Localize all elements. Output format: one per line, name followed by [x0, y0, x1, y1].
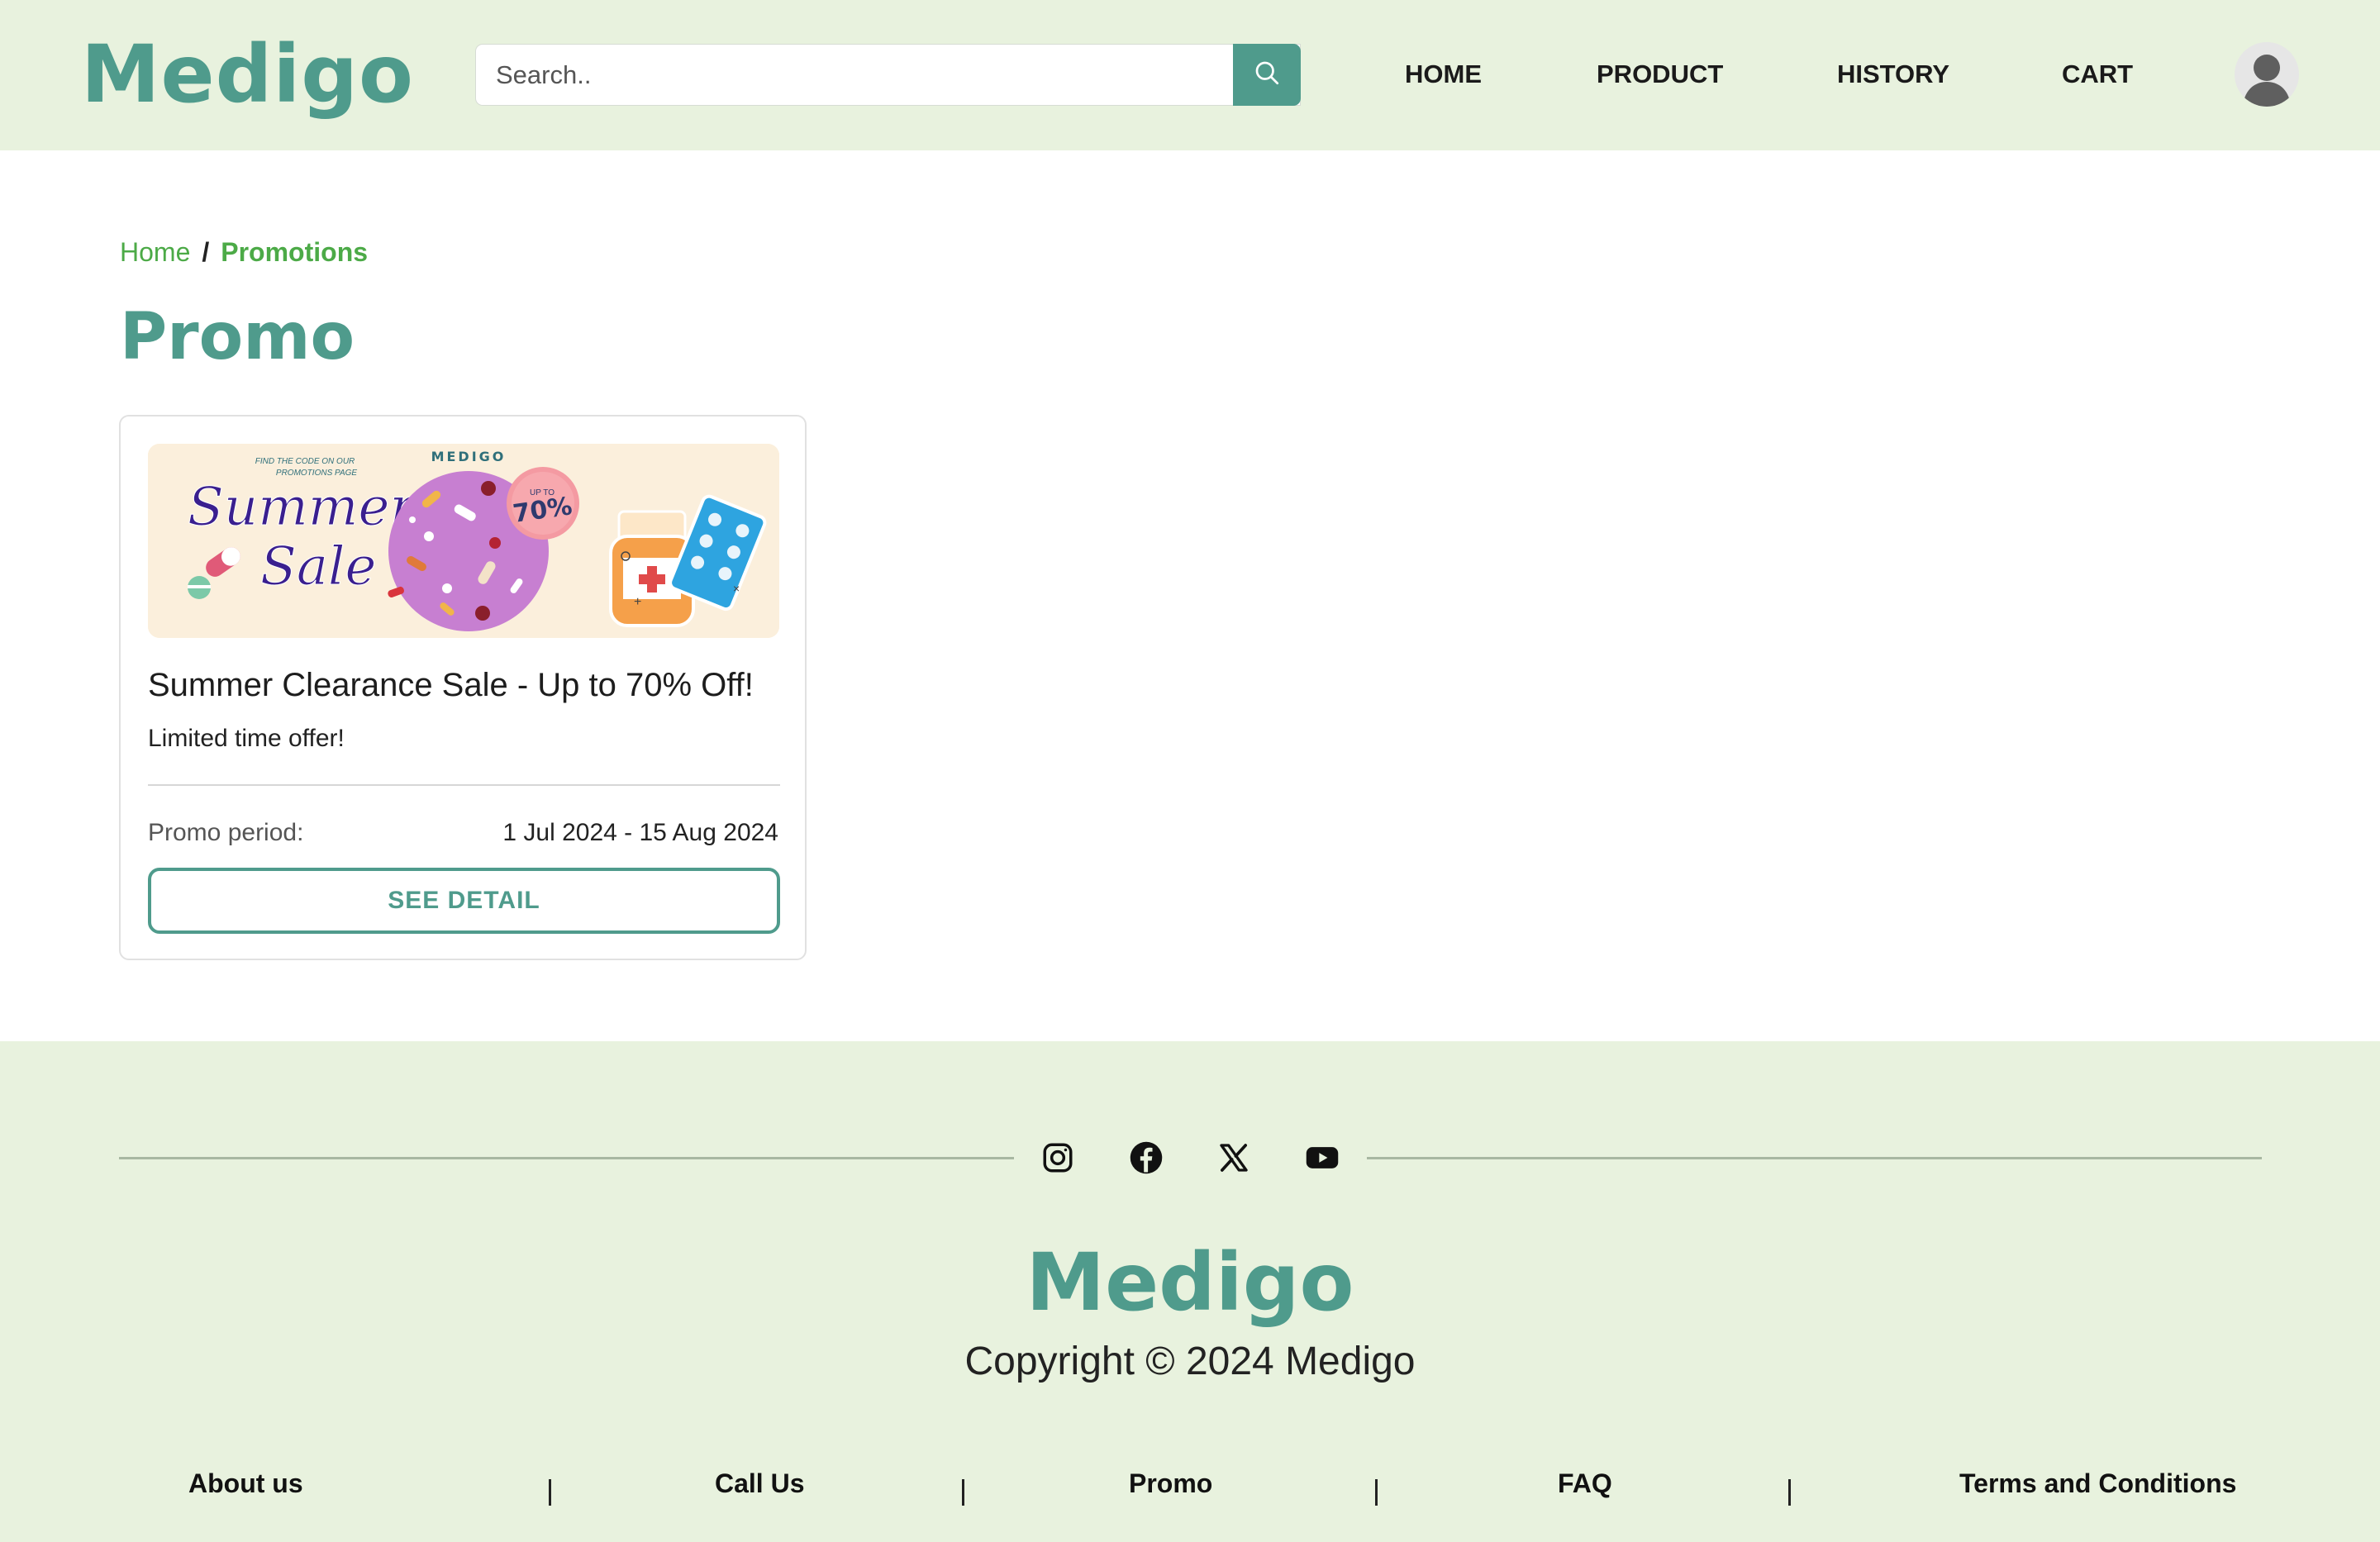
footer-link-about-us[interactable]: About us	[188, 1467, 303, 1500]
banner-script-line1: Summer	[188, 477, 417, 538]
facebook-icon[interactable]	[1125, 1136, 1168, 1179]
promo-subtitle: Limited time offer!	[148, 725, 345, 752]
breadcrumb-separator: /	[202, 237, 210, 267]
footer-link-terms[interactable]: Terms and Conditions	[1959, 1467, 2236, 1500]
footer-divider-left	[119, 1157, 1014, 1159]
breadcrumb-current: Promotions	[221, 237, 369, 267]
search-icon	[1252, 58, 1282, 92]
search-box	[475, 44, 1301, 106]
user-icon	[2243, 55, 2291, 107]
promo-banner-image: FIND THE CODE ON OUR PROMOTIONS PAGE MED…	[148, 444, 779, 638]
footer-link-promo[interactable]: Promo	[1129, 1467, 1212, 1500]
banner-find-code-line1: FIND THE CODE ON OUR	[255, 457, 355, 466]
footer-link-faq[interactable]: FAQ	[1558, 1467, 1612, 1500]
footer-link-separator	[549, 1479, 551, 1506]
svg-text:+: +	[634, 595, 641, 609]
nav-cart[interactable]: CART	[2062, 58, 2133, 91]
promo-period-label: Promo period:	[148, 819, 304, 846]
breadcrumb: Home / Promotions	[120, 236, 368, 269]
nav-product[interactable]: PRODUCT	[1597, 58, 1723, 91]
banner-brand: MEDIGO	[431, 449, 507, 464]
promo-card: FIND THE CODE ON OUR PROMOTIONS PAGE MED…	[119, 415, 807, 960]
promo-title: Summer Clearance Sale - Up to 70% Off!	[148, 667, 754, 703]
header: Medigo HOME PRODUCT HISTORY CART	[0, 0, 2380, 150]
youtube-icon[interactable]	[1301, 1136, 1344, 1179]
footer-link-separator	[962, 1479, 964, 1506]
nav-home[interactable]: HOME	[1405, 58, 1482, 91]
instagram-icon[interactable]	[1036, 1136, 1079, 1179]
footer-logo: Medigo	[1026, 1236, 1354, 1329]
footer-divider-right	[1367, 1157, 2262, 1159]
logo[interactable]: Medigo	[81, 25, 414, 124]
see-detail-button[interactable]: SEE DETAIL	[148, 868, 780, 934]
footer-link-separator	[1375, 1479, 1378, 1506]
search-input[interactable]	[476, 45, 1300, 105]
nav-history[interactable]: HISTORY	[1837, 58, 1949, 91]
breadcrumb-home[interactable]: Home	[120, 237, 190, 267]
discount-badge: UP TO 70%	[507, 467, 579, 540]
avatar[interactable]	[2235, 42, 2299, 107]
x-icon[interactable]	[1212, 1136, 1255, 1179]
card-divider	[148, 784, 780, 786]
promo-period-value: 1 Jul 2024 - 15 Aug 2024	[502, 819, 778, 846]
svg-text:×: ×	[733, 582, 740, 595]
page-title: Promo	[120, 300, 355, 374]
footer-link-call-us[interactable]: Call Us	[715, 1467, 804, 1500]
footer: Medigo Copyright © 2024 Medigo About us …	[0, 1041, 2380, 1542]
footer-link-separator	[1788, 1479, 1791, 1506]
copyright-text: Copyright © 2024 Medigo	[964, 1340, 1416, 1383]
banner-script-line2: Sale	[260, 536, 376, 597]
search-button[interactable]	[1233, 44, 1301, 106]
